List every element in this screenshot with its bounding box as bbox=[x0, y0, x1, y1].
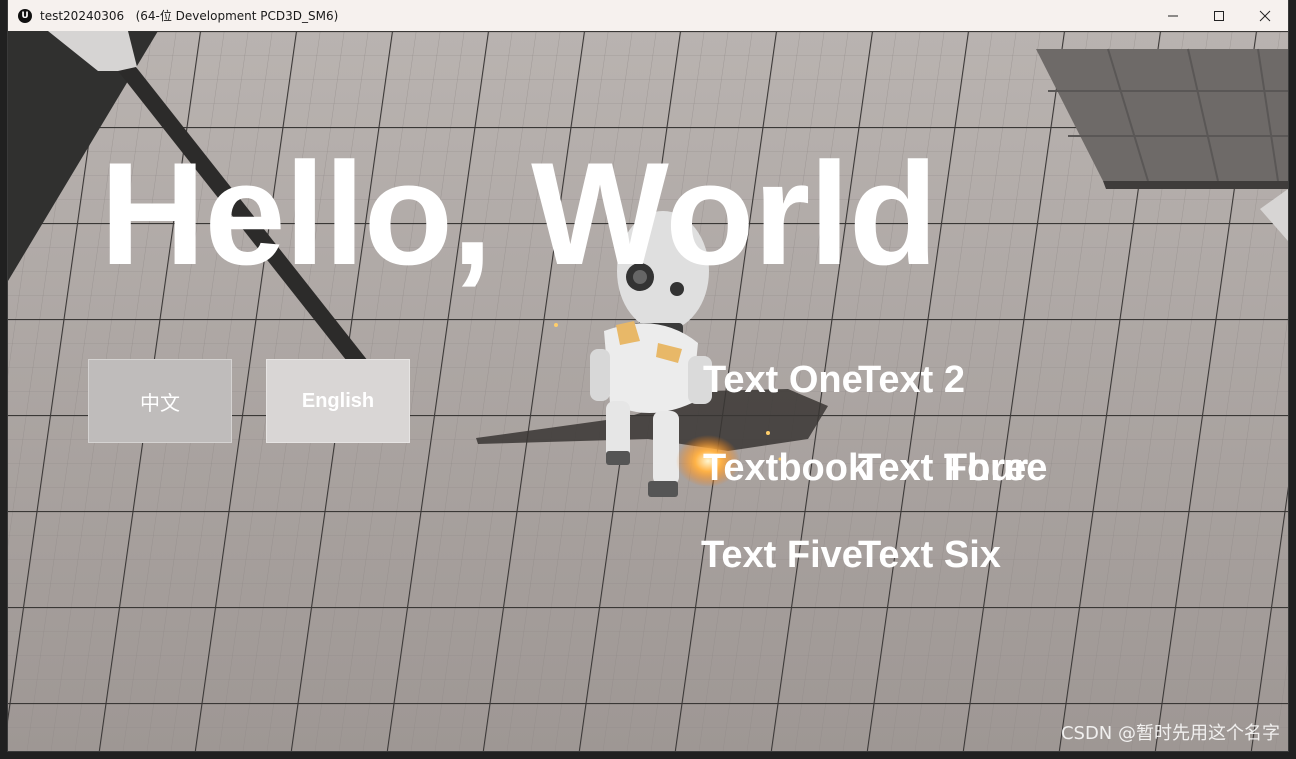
english-language-button[interactable]: English bbox=[266, 359, 410, 443]
unreal-engine-logo-icon: U bbox=[18, 8, 32, 23]
text-four: Text Four bbox=[858, 447, 1029, 489]
minimize-button[interactable] bbox=[1150, 0, 1196, 31]
text-two: Text 2 bbox=[858, 359, 966, 401]
minimize-icon bbox=[1168, 15, 1178, 16]
text-six: Text Six bbox=[858, 534, 1001, 576]
window-title: test20240306 (64-位 Development PCD3D_SM6… bbox=[40, 9, 339, 23]
close-icon bbox=[1259, 10, 1271, 21]
close-button[interactable] bbox=[1242, 0, 1288, 31]
title-bar[interactable]: U test20240306 (64-位 Development PCD3D_S… bbox=[8, 0, 1288, 32]
maximize-button[interactable] bbox=[1196, 0, 1242, 31]
text-one: Text One bbox=[703, 359, 863, 401]
chinese-button-label: 中文 bbox=[140, 390, 180, 415]
window-controls bbox=[1150, 0, 1288, 31]
game-viewport[interactable]: Hello, World 中文 English Text One Text 2 … bbox=[8, 31, 1288, 751]
english-button-label: English bbox=[301, 389, 375, 412]
platform-edge bbox=[1103, 181, 1288, 189]
game-window: U test20240306 (64-位 Development PCD3D_S… bbox=[8, 0, 1288, 751]
hello-world-headline: Hello, World bbox=[100, 132, 938, 295]
text-five: Text Five bbox=[701, 534, 863, 576]
maximize-icon bbox=[1214, 10, 1224, 21]
csdn-watermark: CSDN @暂时先用这个名字 bbox=[1060, 723, 1280, 744]
robot-torso bbox=[604, 323, 698, 413]
text-three: Textbook bbox=[703, 447, 870, 489]
robot-leg-right bbox=[653, 411, 679, 485]
chinese-language-button[interactable]: 中文 bbox=[88, 359, 232, 443]
